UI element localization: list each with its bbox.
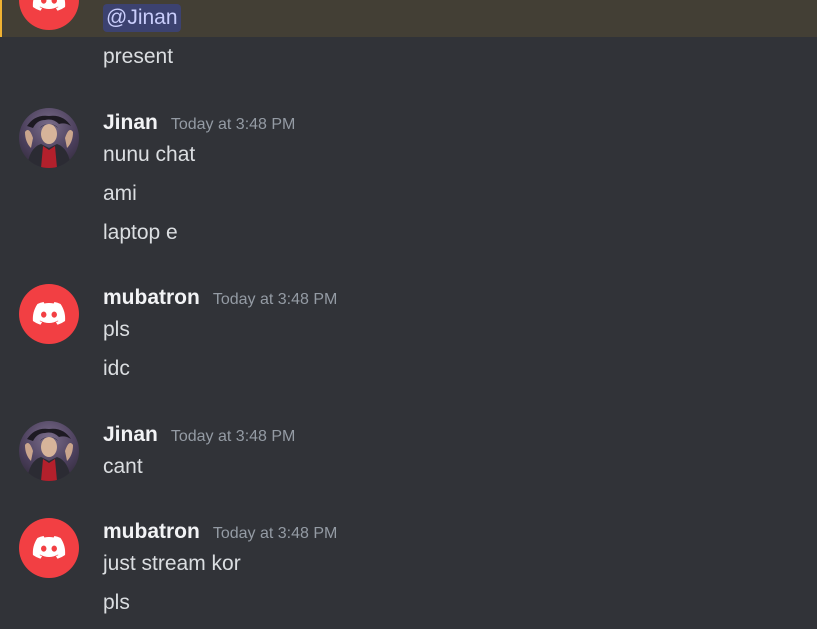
user-avatar[interactable] (19, 108, 79, 168)
message-header: mubatron Today at 3:48 PM (103, 285, 337, 313)
message-header: Jinan Today at 3:48 PM (103, 422, 295, 450)
message-text: just stream kor (103, 552, 241, 575)
message-text: pls (103, 591, 130, 614)
user-avatar[interactable] (19, 518, 79, 578)
message-timestamp[interactable]: Today at 3:48 PM (171, 112, 296, 138)
message-text: laptop e (103, 221, 178, 244)
username[interactable]: Jinan (103, 110, 158, 136)
message-header: Jinan Today at 3:48 PM (103, 110, 295, 138)
discord-logo-icon (32, 302, 66, 325)
user-avatar[interactable] (19, 421, 79, 481)
username[interactable]: mubatron (103, 519, 200, 545)
message-text: idc (103, 357, 130, 380)
message-text: ami (103, 182, 137, 205)
message-timestamp[interactable]: Today at 3:48 PM (213, 521, 338, 547)
user-photo-icon (25, 428, 73, 481)
message-header: mubatron Today at 3:48 PM (103, 519, 337, 547)
chat-messages: @Jinan present Jinan Today at 3:48 PM nu… (0, 0, 817, 629)
user-photo-icon (25, 115, 73, 168)
discord-logo-icon (32, 0, 66, 11)
message-timestamp[interactable]: Today at 3:48 PM (171, 424, 296, 450)
user-avatar[interactable] (19, 284, 79, 344)
username[interactable]: Jinan (103, 422, 158, 448)
message-timestamp[interactable]: Today at 3:48 PM (213, 287, 338, 313)
user-mention[interactable]: @Jinan (103, 4, 181, 32)
username[interactable]: mubatron (103, 285, 200, 311)
message-text: present (103, 45, 174, 68)
message-text: pls (103, 318, 130, 341)
discord-logo-icon (32, 536, 66, 559)
message-text: nunu chat (103, 143, 196, 166)
message-text: cant (103, 455, 143, 478)
